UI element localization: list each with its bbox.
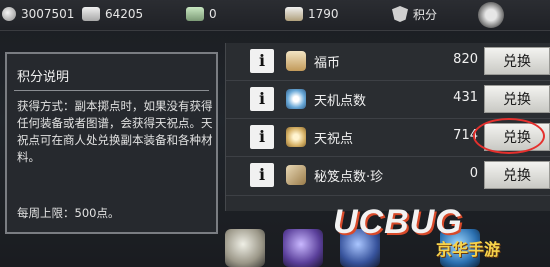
points-name: 福币 — [314, 56, 341, 71]
tooltip-body: 获得方式：副本掷点时，如果没有获得任何装备或者图谱，会获得天祝点。天祝点可在商人… — [17, 99, 213, 164]
highlight-circle — [473, 118, 545, 154]
points-value: 0 — [469, 166, 478, 181]
points-tab-button[interactable]: 积分 — [392, 4, 437, 24]
points-name: 天祝点 — [314, 132, 354, 147]
resource-coin-bag-value: 1790 — [308, 7, 339, 21]
inventory-slot[interactable] — [283, 229, 323, 267]
info-icon[interactable]: i — [250, 87, 274, 111]
exchange-button[interactable]: 兑换 — [484, 47, 550, 75]
resource-bag: 64205 — [82, 4, 143, 24]
silver-coin-icon — [2, 7, 16, 21]
watermark-subtitle: 京华手游 — [436, 240, 501, 259]
inventory-slot[interactable] — [225, 229, 265, 267]
fubi-icon — [286, 51, 306, 71]
plus-bag-icon — [186, 7, 204, 21]
resource-silver-value: 3007501 — [21, 7, 75, 21]
info-icon[interactable]: i — [250, 163, 274, 187]
exchange-button[interactable]: 兑换 — [484, 85, 550, 113]
points-name: 天机点数 — [314, 94, 367, 109]
shield-icon — [392, 6, 408, 22]
resource-bar: 3007501 64205 0 1790 积分 — [0, 0, 550, 31]
resource-bag-value: 64205 — [105, 7, 144, 21]
coin-bag-icon — [285, 7, 303, 21]
exchange-button[interactable]: 兑换 — [484, 161, 550, 189]
mijian-icon — [286, 165, 306, 185]
points-row-tianji: i 天机点数 431 兑换 — [226, 81, 550, 117]
points-value: 714 — [453, 128, 478, 143]
points-value: 820 — [453, 52, 478, 67]
points-row-fubi: i 福币 820 兑换 — [226, 43, 550, 79]
resource-plus-bag: 0 — [186, 4, 217, 24]
tianji-icon — [286, 89, 306, 109]
tianzhu-icon — [286, 127, 306, 147]
tooltip-title: 积分说明 — [17, 70, 70, 85]
row-divider — [226, 195, 550, 196]
info-icon[interactable]: i — [250, 125, 274, 149]
resource-coin-bag: 1790 — [285, 4, 339, 24]
points-info-tooltip: 积分说明 获得方式：副本掷点时，如果没有获得任何装备或者图谱，会获得天祝点。天祝… — [5, 52, 218, 234]
points-value: 431 — [453, 90, 478, 105]
settings-gear-icon[interactable] — [478, 2, 504, 28]
tooltip-weekly-limit: 每周上限：500点。 — [17, 206, 120, 220]
resource-silver: 3007501 — [2, 4, 74, 24]
points-name: 秘笈点数·珍 — [314, 170, 384, 185]
resource-plus-bag-value: 0 — [209, 7, 217, 21]
tooltip-divider — [14, 90, 209, 91]
points-tab-label: 积分 — [413, 7, 438, 22]
info-icon[interactable]: i — [250, 49, 274, 73]
bag-icon — [82, 7, 100, 21]
points-row-mijian: i 秘笈点数·珍 0 兑换 — [226, 157, 550, 193]
